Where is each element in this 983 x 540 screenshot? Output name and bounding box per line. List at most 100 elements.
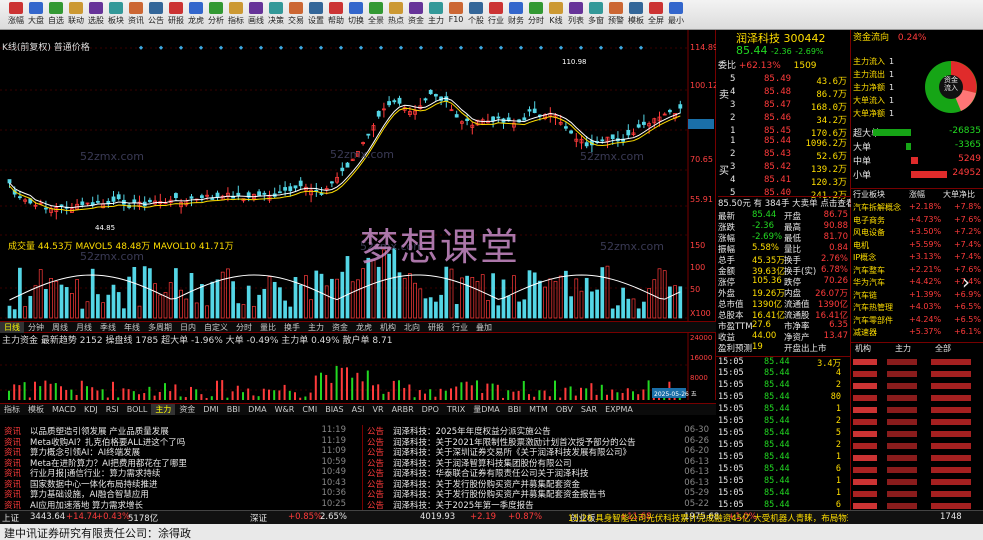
period-tab-11[interactable]: 换手 bbox=[280, 322, 304, 333]
sector-row[interactable]: 汽车零部件 +4.24% +6.5% bbox=[851, 315, 983, 328]
period-tab-16[interactable]: 北向 bbox=[400, 322, 424, 333]
announcement-item[interactable]: 公告 润泽科技：关于2025年第一季度报告 05-22 bbox=[363, 499, 715, 510]
news-item[interactable]: 资讯 算力概念引领AI：AI终端发展 11:09 bbox=[0, 446, 360, 457]
indicator-tab-21[interactable]: MTM bbox=[525, 405, 552, 414]
sector-row[interactable]: 电子商务 +4.73% +7.6% bbox=[851, 215, 983, 228]
announcement-item[interactable]: 公告 润泽科技：华泰联合证券有限责任公司关于润泽科技 06-13 bbox=[363, 467, 715, 478]
sector-change: +5.59% bbox=[909, 239, 942, 249]
indicator-tab-11[interactable]: W&R bbox=[271, 405, 299, 414]
period-tab-6[interactable]: 多周期 bbox=[144, 322, 176, 333]
indicator-tab-23[interactable]: SAR bbox=[577, 405, 601, 414]
list-bar bbox=[931, 359, 971, 365]
indicator-tab-5[interactable]: BOLL bbox=[123, 405, 152, 414]
indicator-tab-4[interactable]: RSI bbox=[102, 405, 123, 414]
news-item[interactable]: 资讯 算力基础设施，AI融合智慧应用 10:36 bbox=[0, 488, 360, 499]
toolbar-label: 涨幅 bbox=[8, 16, 24, 25]
fund-bar bbox=[481, 392, 484, 400]
period-tab-7[interactable]: 日内 bbox=[176, 322, 200, 333]
toolbar-label: 画线 bbox=[248, 16, 264, 25]
indicator-tab-15[interactable]: VR bbox=[369, 405, 388, 414]
stat-value2: 2.76% bbox=[820, 254, 848, 264]
sector-row[interactable]: 电机 +5.59% +7.4% bbox=[851, 240, 983, 253]
fund-bar bbox=[28, 397, 31, 400]
announcement-item[interactable]: 公告 润泽科技：关于润泽智算科技集团股份有限公司 06-13 bbox=[363, 457, 715, 468]
indicator-tab-10[interactable]: DMA bbox=[244, 405, 271, 414]
stat-value: 19 bbox=[752, 342, 763, 352]
toolbar-label: K线 bbox=[549, 16, 563, 25]
period-tab-1[interactable]: 分钟 bbox=[24, 322, 48, 333]
news-item[interactable]: 资讯 Meta在进阶算力？AI把费用都花在了哪里 10:59 bbox=[0, 457, 360, 468]
sector-row[interactable]: 风电设备 +3.50% +7.2% bbox=[851, 227, 983, 240]
period-tab-12[interactable]: 主力 bbox=[304, 322, 328, 333]
sector-row[interactable]: IP概念 +3.13% +7.4% bbox=[851, 252, 983, 265]
sector-row[interactable]: 汽车拆解概念 +2.18% +7.8% bbox=[851, 202, 983, 215]
news-list[interactable]: 资讯 以品质塑造引领发展 产业品质量发展 11:19 资讯 Meta收购AI？扎克伯格要… bbox=[0, 425, 362, 510]
period-tab-2[interactable]: 周线 bbox=[48, 322, 72, 333]
indicator-tab-0[interactable]: 指标 bbox=[0, 404, 24, 415]
announcement-item[interactable]: 公告 润泽科技：2025年年度权益分派实施公告 06-30 bbox=[363, 425, 715, 436]
indicator-tab-2[interactable]: MACD bbox=[48, 405, 80, 414]
indicator-tab-7[interactable]: 资金 bbox=[175, 404, 199, 415]
indicator-tab-6[interactable]: 主力 bbox=[151, 404, 176, 415]
indicator-tab-24[interactable]: EXPMA bbox=[601, 405, 637, 414]
news-item[interactable]: 资讯 以品质塑造引领发展 产业品质量发展 11:19 bbox=[0, 425, 360, 436]
period-tab-4[interactable]: 季线 bbox=[96, 322, 120, 333]
sector-name: 汽车热管理 bbox=[853, 303, 893, 312]
announcement-tag: 公告 bbox=[367, 448, 385, 457]
toolbar-icon bbox=[409, 2, 423, 14]
period-tab-0[interactable]: 日线 bbox=[0, 322, 24, 333]
news-item[interactable]: 资讯 AI应用加速落地 算力需求增长 10:25 bbox=[0, 499, 360, 510]
next-arrow-icon[interactable]: › bbox=[962, 270, 970, 294]
announcement-item[interactable]: 公告 润泽科技：关于深圳证券交易所《关于润泽科技发展有限公司》 06-20 bbox=[363, 446, 715, 457]
period-tab-19[interactable]: 叠加 bbox=[472, 322, 496, 333]
toolbar-button-33[interactable]: 最小 bbox=[664, 2, 688, 28]
volume-bar bbox=[122, 308, 126, 319]
kline-chart-area[interactable]: 114.89100.1285.4470.6555.91110.9844.8515… bbox=[0, 30, 716, 415]
volume-axis-label: X100 bbox=[690, 309, 711, 318]
news-item[interactable]: 资讯 Meta收购AI？扎克伯格要ALL进这个了吗 11:19 bbox=[0, 436, 360, 447]
period-tab-14[interactable]: 龙虎 bbox=[352, 322, 376, 333]
announcement-item[interactable]: 公告 润泽科技：关于发行股份购买资产并募集配套资金 06-13 bbox=[363, 478, 715, 489]
news-item[interactable]: 资讯 国家数据中心一体化布局持续推进 10:43 bbox=[0, 478, 360, 489]
indicator-tab-22[interactable]: OBV bbox=[552, 405, 577, 414]
stat-value2: 86.75 bbox=[823, 210, 848, 220]
list-tab-0[interactable]: 机构 bbox=[855, 343, 871, 354]
list-tab-1[interactable]: 主力 bbox=[895, 343, 911, 354]
period-tab-5[interactable]: 年线 bbox=[120, 322, 144, 333]
announcement-item[interactable]: 公告 润泽科技：关于发行股份购买资产并募集配套资金报告书 05-29 bbox=[363, 488, 715, 499]
period-tab-8[interactable]: 自定义 bbox=[200, 322, 232, 333]
announcement-list[interactable]: 公告 润泽科技：2025年年度权益分派实施公告 06-30 公告 润泽科技：关于2021… bbox=[362, 425, 716, 510]
sell-row-5: 5 85.49 43.6万 bbox=[716, 74, 851, 87]
announcement-tag: 公告 bbox=[367, 458, 385, 468]
indicator-tab-13[interactable]: BIAS bbox=[321, 405, 347, 414]
period-tab-17[interactable]: 研报 bbox=[424, 322, 448, 333]
list-tab-2[interactable]: 全部 bbox=[935, 343, 951, 354]
indicator-tab-16[interactable]: ARBR bbox=[388, 405, 418, 414]
sector-row[interactable]: 汽车热管理 +4.03% +6.5% bbox=[851, 302, 983, 315]
period-tab-15[interactable]: 机构 bbox=[376, 322, 400, 333]
indicator-tab-18[interactable]: TRIX bbox=[443, 405, 469, 414]
volume-bar bbox=[584, 277, 589, 319]
announcement-item[interactable]: 公告 润泽科技：关于2021年限制性股票激励计划首次授予部分的公告 06-26 bbox=[363, 436, 715, 447]
news-item[interactable]: 资讯 行业月报|通信行业：算力需求持续 10:49 bbox=[0, 467, 360, 478]
fund-bar bbox=[314, 375, 317, 400]
period-tab-10[interactable]: 量比 bbox=[256, 322, 280, 333]
indicator-tab-19[interactable]: 量DMA bbox=[469, 404, 504, 415]
period-tab-18[interactable]: 行业 bbox=[448, 322, 472, 333]
indicator-tab-20[interactable]: BBI bbox=[504, 405, 525, 414]
indicator-tab-1[interactable]: 模板 bbox=[24, 404, 48, 415]
period-tab-9[interactable]: 分时 bbox=[232, 322, 256, 333]
indicator-tab-3[interactable]: KDJ bbox=[80, 405, 102, 414]
big-order-summary[interactable]: 85.50元 有 384手 大卖单 点击查看 bbox=[718, 196, 854, 209]
sector-change: +2.21% bbox=[909, 264, 942, 274]
indicator-tab-8[interactable]: DMI bbox=[199, 405, 222, 414]
volume-bar bbox=[423, 298, 428, 319]
sector-row[interactable]: 减速器 +5.37% +6.1% bbox=[851, 327, 983, 340]
period-tab-3[interactable]: 月线 bbox=[72, 322, 96, 333]
indicator-tab-12[interactable]: CMI bbox=[298, 405, 321, 414]
indicator-tab-9[interactable]: BBI bbox=[223, 405, 244, 414]
period-tab-13[interactable]: 资金 bbox=[328, 322, 352, 333]
indicator-tab-14[interactable]: ASI bbox=[348, 405, 369, 414]
indicator-tab-17[interactable]: DPO bbox=[418, 405, 443, 414]
volume-bar bbox=[75, 279, 79, 319]
